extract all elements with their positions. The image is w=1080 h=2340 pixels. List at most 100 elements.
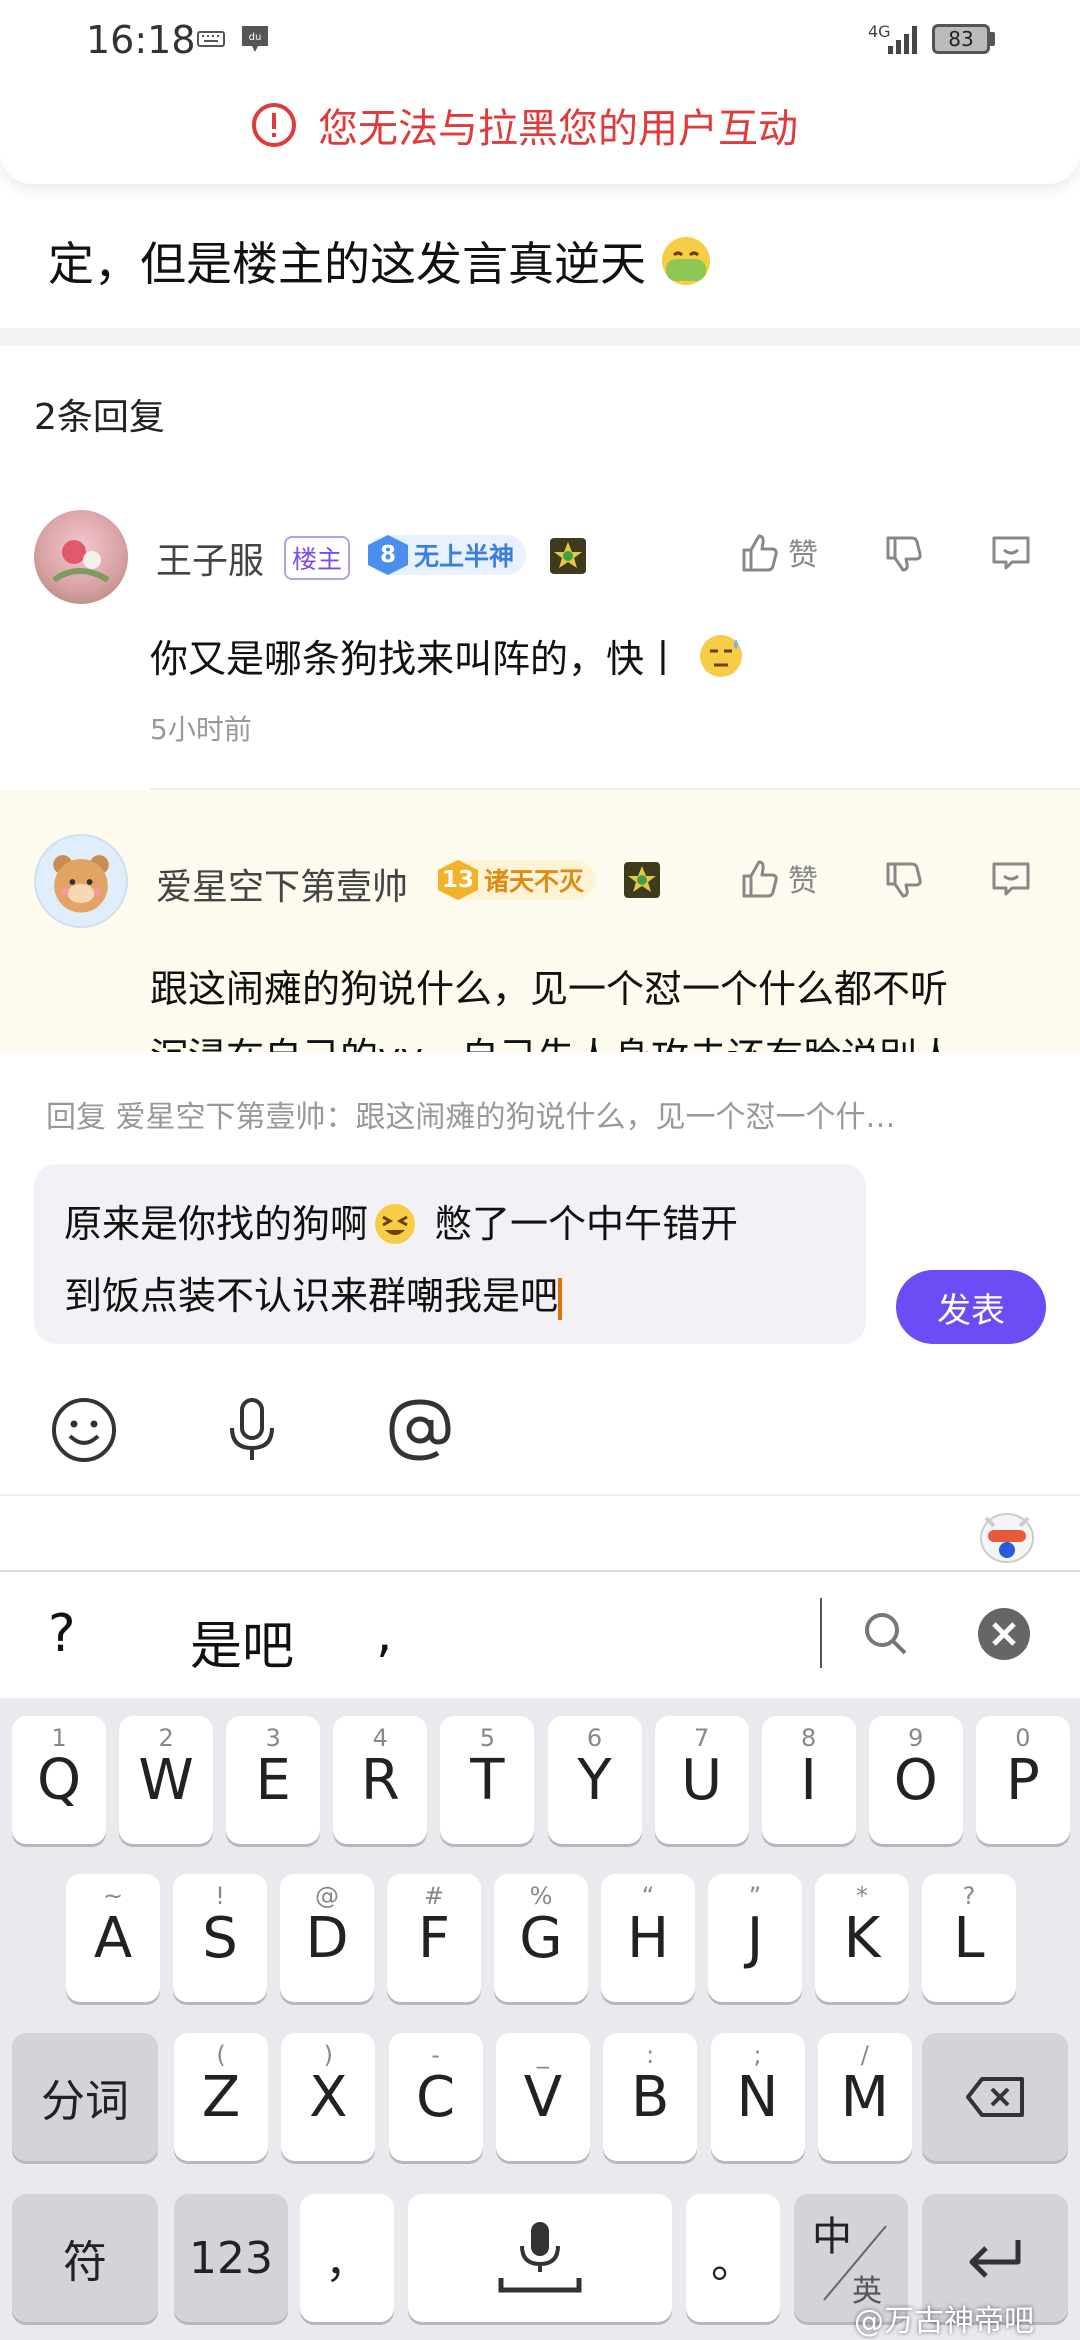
key-hint: 5 (479, 1724, 496, 1752)
key-hint: # (423, 1882, 445, 1910)
search-icon[interactable] (860, 1608, 912, 1660)
key-hint: 3 (265, 1724, 281, 1752)
key-hint: “ (641, 1882, 655, 1910)
key-label: P (1006, 1747, 1040, 1813)
key-v[interactable]: _ V (495, 2033, 590, 2161)
key-label: V (523, 2064, 563, 2130)
space-key[interactable] (408, 2194, 672, 2322)
keyboard-icon (197, 31, 225, 47)
like-button[interactable]: 赞 (738, 856, 818, 900)
key-g[interactable]: % G (494, 1874, 588, 2002)
like-button[interactable]: 赞 (738, 530, 818, 574)
key-hint: % (529, 1882, 553, 1910)
level-title: 诸天不灭 (484, 867, 585, 896)
battery-cap (990, 32, 995, 46)
reply-bubble-icon[interactable] (988, 856, 1034, 902)
key-hint: 6 (586, 1724, 603, 1752)
key-j[interactable]: ” J (708, 1874, 802, 2002)
username[interactable]: 爱星空下第壹帅 (156, 858, 408, 910)
reply-bubble-icon[interactable] (988, 530, 1034, 576)
signal-icon (888, 26, 917, 54)
reply-input[interactable]: 原来是你找的狗啊 憋了一个中午错开 到饭点装不认识来群嘲我是吧 (34, 1164, 866, 1344)
symbols-key[interactable]: 符 (12, 2194, 158, 2322)
key-hint: 0 (1015, 1724, 1031, 1752)
key-label: W (138, 1747, 194, 1813)
key-l[interactable]: ? L (922, 1874, 1016, 2002)
text-caret (558, 1277, 563, 1320)
key-u[interactable]: 7U (654, 1716, 749, 1844)
key-label: Q (36, 1747, 82, 1813)
key-i[interactable]: 8I (761, 1716, 856, 1844)
key-q[interactable]: 1Q (12, 1716, 106, 1844)
microphone-icon[interactable] (216, 1394, 288, 1466)
candidate-item[interactable]: ? (48, 1604, 76, 1664)
voice-input-icon (498, 2222, 582, 2293)
key-hint: 2 (158, 1724, 174, 1752)
key-c[interactable]: -C (388, 2033, 483, 2161)
key-k[interactable]: * K (815, 1874, 909, 2002)
key-s[interactable]: ! S (173, 1874, 267, 2002)
backspace-key[interactable] (922, 2033, 1068, 2161)
backspace-icon (966, 2077, 1024, 2117)
svg-text:du: du (249, 32, 262, 43)
key-d[interactable]: @ D (280, 1874, 374, 2002)
emoji-icon[interactable] (48, 1394, 120, 1466)
medal-icon (550, 538, 586, 574)
reply-count: 2条回复 (34, 397, 165, 438)
key-label: R (360, 1747, 400, 1813)
key-p[interactable]: 0P (975, 1716, 1070, 1844)
key-x[interactable]: ) X (281, 2033, 376, 2161)
candidate-bar (0, 1574, 1080, 1698)
key-label: ， (325, 2237, 369, 2288)
key-n[interactable]: ; N (710, 2033, 805, 2161)
level-number: 13 (438, 860, 478, 900)
avatar[interactable] (34, 834, 128, 928)
key-hint: 4 (372, 1724, 388, 1752)
thumbs-down-icon[interactable] (882, 532, 926, 576)
key-label: Z (201, 2064, 241, 2130)
candidate-item[interactable]: , (376, 1604, 393, 1664)
avatar[interactable] (34, 510, 128, 604)
thumbs-down-icon[interactable] (882, 858, 926, 902)
candidate-item[interactable]: 是吧 (190, 1604, 294, 1679)
key-b[interactable]: :B (603, 2033, 698, 2161)
key-label: I (800, 1747, 817, 1813)
key-t[interactable]: 5T (440, 1716, 535, 1844)
watermark: @万古神帝吧 (854, 2304, 1034, 2339)
username[interactable]: 王子服 (156, 532, 264, 584)
key-label: N (736, 2064, 779, 2130)
level-number: 8 (368, 535, 408, 575)
close-candidates-icon[interactable] (976, 1606, 1032, 1662)
key-e[interactable]: 3E (226, 1716, 321, 1844)
key-label: 。 (711, 2237, 755, 2288)
ime-mascot-icon[interactable] (976, 1500, 1038, 1566)
thumbs-up-icon (742, 534, 778, 572)
highlighted-comment[interactable] (0, 790, 1080, 1055)
key-h[interactable]: “H (601, 1874, 695, 2002)
send-button[interactable]: 发表 (896, 1270, 1046, 1344)
period-key[interactable]: 。 (686, 2194, 780, 2322)
key-m[interactable]: / M (817, 2033, 912, 2161)
key-y[interactable]: 6Y (547, 1716, 642, 1844)
key-hint: 1 (51, 1724, 67, 1752)
key-label: L (953, 1905, 985, 1971)
key-label: 分词 (41, 2076, 129, 2127)
thumbs-up-icon (742, 860, 778, 898)
key-label: B (630, 2064, 670, 2130)
key-f[interactable]: # F (387, 1874, 481, 2002)
numbers-key[interactable]: 123 (174, 2194, 288, 2322)
key-a[interactable]: ~ A (66, 1874, 160, 2002)
key-w[interactable]: 2W (119, 1716, 214, 1844)
key-o[interactable]: 9O (868, 1716, 963, 1844)
segment-key[interactable]: 分词 (12, 2033, 158, 2161)
battery-level: 83 (948, 27, 974, 51)
comma-key[interactable]: ， (300, 2194, 394, 2322)
level-badge: 13 诸天不灭 (438, 860, 597, 900)
key-hint: ? (962, 1882, 976, 1910)
key-label: E (255, 1747, 291, 1813)
mention-icon[interactable] (384, 1394, 456, 1466)
key-z[interactable]: (Z (174, 2033, 268, 2161)
key-label: 123 (189, 2232, 273, 2284)
key-r[interactable]: 4R (333, 1716, 428, 1844)
key-hint: _ (536, 2041, 549, 2069)
